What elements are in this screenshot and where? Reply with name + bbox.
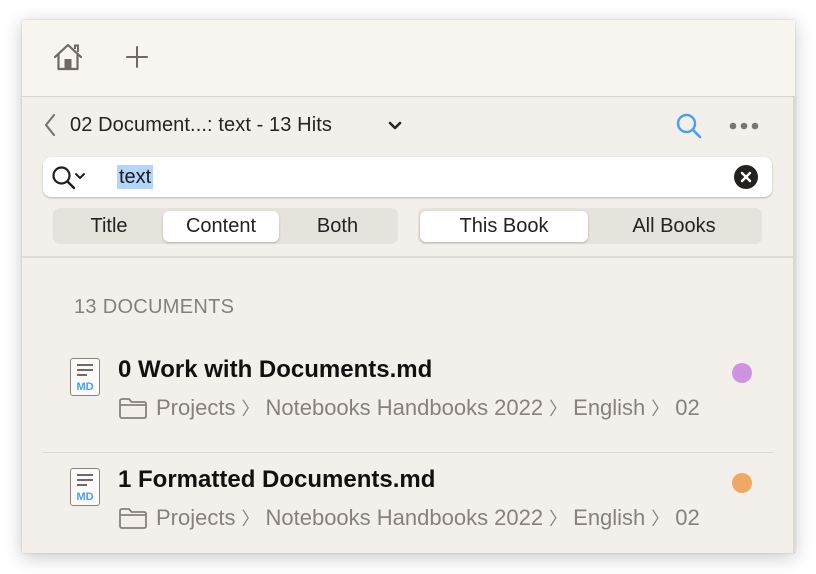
navigation-bar: 02 Document...: text - 13 Hits bbox=[22, 108, 795, 144]
search-scope-segmented-control: This Book All Books bbox=[418, 208, 762, 244]
more-options-button[interactable] bbox=[726, 112, 762, 140]
segment-this-book[interactable]: This Book bbox=[420, 210, 588, 242]
color-tag-dot bbox=[732, 473, 752, 493]
path-separator-icon: 〉 bbox=[651, 399, 670, 419]
result-list-item[interactable]: MD 1 Formatted Documents.md Projects 〉 N… bbox=[42, 452, 774, 553]
top-toolbar bbox=[22, 20, 795, 97]
path-segment[interactable]: English bbox=[573, 395, 645, 421]
clear-circle-icon bbox=[740, 171, 752, 183]
search-field-segmented-control: Title Content Both bbox=[53, 208, 398, 244]
path-segment[interactable]: Projects bbox=[156, 395, 235, 421]
markdown-file-icon: MD bbox=[70, 358, 100, 396]
title-dropdown-button[interactable] bbox=[384, 114, 406, 138]
search-field[interactable]: text bbox=[43, 157, 772, 197]
document-title: 0 Work with Documents.md bbox=[118, 356, 433, 383]
path-segment[interactable]: 02 bbox=[675, 395, 699, 421]
path-separator-icon: 〉 bbox=[549, 399, 568, 419]
chevron-down-icon bbox=[388, 121, 402, 130]
segment-title[interactable]: Title bbox=[55, 211, 163, 242]
folder-icon bbox=[119, 398, 147, 419]
results-count-label: 13 DOCUMENTS bbox=[74, 296, 235, 318]
path-segment[interactable]: English bbox=[573, 505, 645, 531]
path-segment[interactable]: 02 bbox=[675, 505, 699, 531]
document-title: 1 Formatted Documents.md bbox=[118, 466, 436, 493]
clear-search-button[interactable] bbox=[734, 165, 758, 189]
document-path: Projects 〉 Notebooks Handbooks 2022 〉 En… bbox=[118, 504, 700, 532]
home-icon bbox=[53, 43, 83, 71]
result-list-item[interactable]: MD 0 Work with Documents.md Projects 〉 N… bbox=[42, 342, 774, 453]
header-divider bbox=[22, 256, 795, 258]
segment-both[interactable]: Both bbox=[279, 211, 396, 242]
add-button[interactable] bbox=[122, 40, 152, 74]
path-separator-icon: 〉 bbox=[651, 509, 670, 529]
search-options-button[interactable] bbox=[51, 165, 91, 190]
segment-all-books[interactable]: All Books bbox=[588, 211, 760, 242]
search-query-selected-text: text bbox=[117, 165, 154, 189]
segment-content[interactable]: Content bbox=[163, 210, 279, 242]
app-window: 02 Document...: text - 13 Hits text Titl… bbox=[22, 20, 795, 553]
plus-icon bbox=[126, 46, 148, 68]
back-button[interactable] bbox=[40, 110, 60, 140]
path-separator-icon: 〉 bbox=[241, 399, 260, 419]
path-segment[interactable]: Notebooks Handbooks 2022 bbox=[265, 395, 543, 421]
window-edge-divider bbox=[793, 96, 795, 553]
path-separator-icon: 〉 bbox=[241, 509, 260, 529]
search-options-icon bbox=[52, 166, 85, 190]
folder-icon bbox=[119, 508, 147, 529]
ellipsis-icon bbox=[729, 122, 759, 130]
search-icon bbox=[676, 113, 702, 139]
file-type-label: MD bbox=[76, 491, 94, 503]
home-button[interactable] bbox=[50, 40, 86, 74]
search-button[interactable] bbox=[674, 110, 704, 142]
chevron-left-icon bbox=[44, 113, 56, 137]
file-type-label: MD bbox=[76, 381, 94, 393]
path-separator-icon: 〉 bbox=[549, 509, 568, 529]
document-path: Projects 〉 Notebooks Handbooks 2022 〉 En… bbox=[118, 394, 700, 422]
path-segment[interactable]: Notebooks Handbooks 2022 bbox=[265, 505, 543, 531]
markdown-file-icon: MD bbox=[70, 468, 100, 506]
search-results-title: 02 Document...: text - 13 Hits bbox=[70, 114, 332, 136]
path-segment[interactable]: Projects bbox=[156, 505, 235, 531]
color-tag-dot bbox=[732, 363, 752, 383]
